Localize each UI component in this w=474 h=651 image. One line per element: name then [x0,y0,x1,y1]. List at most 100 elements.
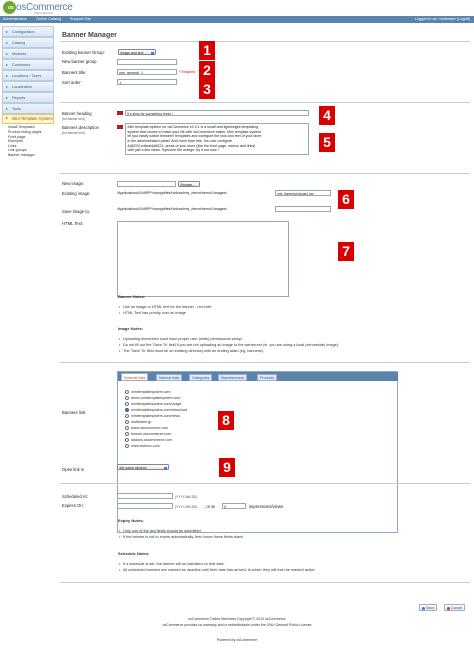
existing-image-label: Existing image: [62,191,91,196]
link-option-label: forums.oscommerce.com [131,432,172,436]
impressions-input[interactable]: 0 [222,503,246,509]
tab-manufacturers[interactable]: Manufacturers [218,373,247,381]
link-radio-2[interactable] [125,402,129,406]
cancel-icon [447,606,450,610]
nav-administration-link[interactable]: Administration [3,17,27,21]
tab-categories[interactable]: Categories [189,373,213,381]
marker-8: 8 [218,411,234,430]
sort-order-input[interactable]: 1 [117,79,177,85]
link-radio-7[interactable] [125,432,129,436]
existing-image-path: /Applications/XAMPP/xamppfiles/htdocs/mt… [117,191,227,195]
logged-in-status[interactable]: Logged in as: multimiser (Logoff) [415,17,470,21]
new-image-file-input[interactable] [117,181,176,187]
open-link-select[interactable]: the same window [117,464,169,470]
description-sublabel: (for banner text) [62,131,85,135]
arrow-right-icon [6,30,8,33]
link-option-label: minitemplatesystem.com/download [131,408,187,412]
main-content: Banner Manager Existing banner Group: im… [58,26,470,646]
existing-group-select[interactable]: image and text [118,49,156,55]
arrow-right-icon [6,41,8,44]
link-option-label: www.clubosc.com [131,444,160,448]
link-option-label: multimixer.gr [131,420,152,424]
banner-note-1: Use an image or HTML text for the banner… [119,305,212,309]
link-radio-9[interactable] [125,444,129,448]
save-icon [422,606,425,610]
tab-products[interactable]: Products [257,373,278,381]
save-image-label: Save image to: [62,209,90,214]
arrow-right-icon [6,52,8,55]
arrow-right-icon [6,96,8,99]
arrow-right-icon [6,74,8,77]
expiry-note-1: Only one of the two fields should be sub… [119,529,201,533]
link-radio-8[interactable] [125,438,129,442]
scheduled-at-label: Scheduled At: [62,494,88,499]
page-title: Banner Manager [62,32,117,39]
divider [60,362,470,363]
marker-3: 3 [199,80,215,99]
footer-copyright: osCommerce Online Merchant Copyright © 2… [188,617,286,621]
browse-button[interactable]: Browse... [178,181,200,187]
html-text-textarea[interactable] [117,221,289,297]
new-group-label: New banner group [62,59,97,64]
image-note-1: Uploading directories must have proper u… [119,337,242,341]
link-radio-3[interactable] [125,408,129,412]
link-radio-1[interactable] [125,396,129,400]
required-marker: * Required [179,70,196,74]
nav-support-site-link[interactable]: Support Site [70,17,91,21]
expiry-note-2: If the banner is not to expire automatic… [119,535,243,539]
banners-link-label: Banners link: [62,410,87,415]
banners-title-input[interactable]: mts_general_1 [117,69,177,75]
sidebar-item-reports[interactable]: Reports [2,92,54,103]
footer-powered-by: Powered by osCommerce [216,638,258,642]
title-divider [60,41,470,42]
sidebar-item-modules[interactable]: Modules [2,48,54,59]
scheduled-date-hint: (YYYY-MM-DD) [175,495,198,499]
sidebar-sublink-banner-manager[interactable]: Banner manager [2,153,54,158]
sidebar-item-catalog[interactable]: Catalog [2,37,54,48]
divider [60,582,470,583]
heading-sublabel: (for banner text) [62,117,85,121]
open-link-label: Open link in [62,467,85,472]
banner-description-textarea[interactable]: Mini template system for osCommerce v2.3… [125,123,309,155]
expires-on-label: Expires On: [62,503,84,508]
link-option-label: minitemplatesystem.com/news [131,414,180,418]
cancel-button[interactable]: Cancel [444,604,466,611]
banner-heading-input[interactable]: It's time for something fresh ! [125,110,309,116]
save-button[interactable]: Save [419,604,438,611]
link-option-label: minitemplatesystem.com [131,390,171,394]
sidebar-item-customers[interactable]: Customers [2,59,54,70]
sidebar-item-localization[interactable]: Localization [2,81,54,92]
logo-subtitle: Online Merchant [34,12,54,15]
marker-1: 1 [199,41,215,60]
image-notes-title: Image Notes: [118,326,144,331]
sidebar-item-locations-taxes[interactable]: Locations / Taxes [2,70,54,81]
tab-external-links[interactable]: External links [121,373,149,381]
sidebar-item-mini-template-system[interactable]: Mini Template System [2,114,54,125]
save-image-path: /Applications/XAMPP/xamppfiles/htdocs/mt… [117,207,227,211]
arrow-down-icon [6,117,8,119]
expires-on-input[interactable] [117,503,173,509]
link-option-label: addons.oscommerce.com [131,438,173,442]
html-text-label: HTML Text: [62,221,84,226]
schedule-notes-title: Schedule Notes: [118,551,150,556]
image-note-3: The 'Save To' field must be an existing … [119,349,264,353]
sidebar-item-configuration[interactable]: Configuration [2,26,54,37]
link-radio-6[interactable] [125,426,129,430]
sidebar: Configuration Catalog Modules Customers … [2,26,54,158]
new-group-input[interactable] [117,59,177,65]
header: os osCommerce Online Merchant [0,0,474,16]
tab-internal-links[interactable]: Internal links [156,373,183,381]
save-image-input[interactable] [275,206,331,212]
marker-4: 4 [319,106,335,125]
banner-note-2: HTML Text has priority over an image [119,311,186,315]
scheduled-at-input[interactable] [117,493,173,499]
nav-online-catalog-link[interactable]: Online Catalog [36,17,61,21]
link-radio-4[interactable] [125,414,129,418]
existing-image-input[interactable]: mts_banners/orange1.jpg [275,190,331,196]
link-radio-5[interactable] [125,420,129,424]
link-radio-0[interactable] [125,390,129,394]
schedule-note-2: All scheduled banners are marked as deac… [119,568,316,572]
sidebar-item-tools[interactable]: Tools [2,103,54,114]
divider [60,483,470,484]
expires-date-hint: (YYYY-MM-DD) [175,505,198,509]
